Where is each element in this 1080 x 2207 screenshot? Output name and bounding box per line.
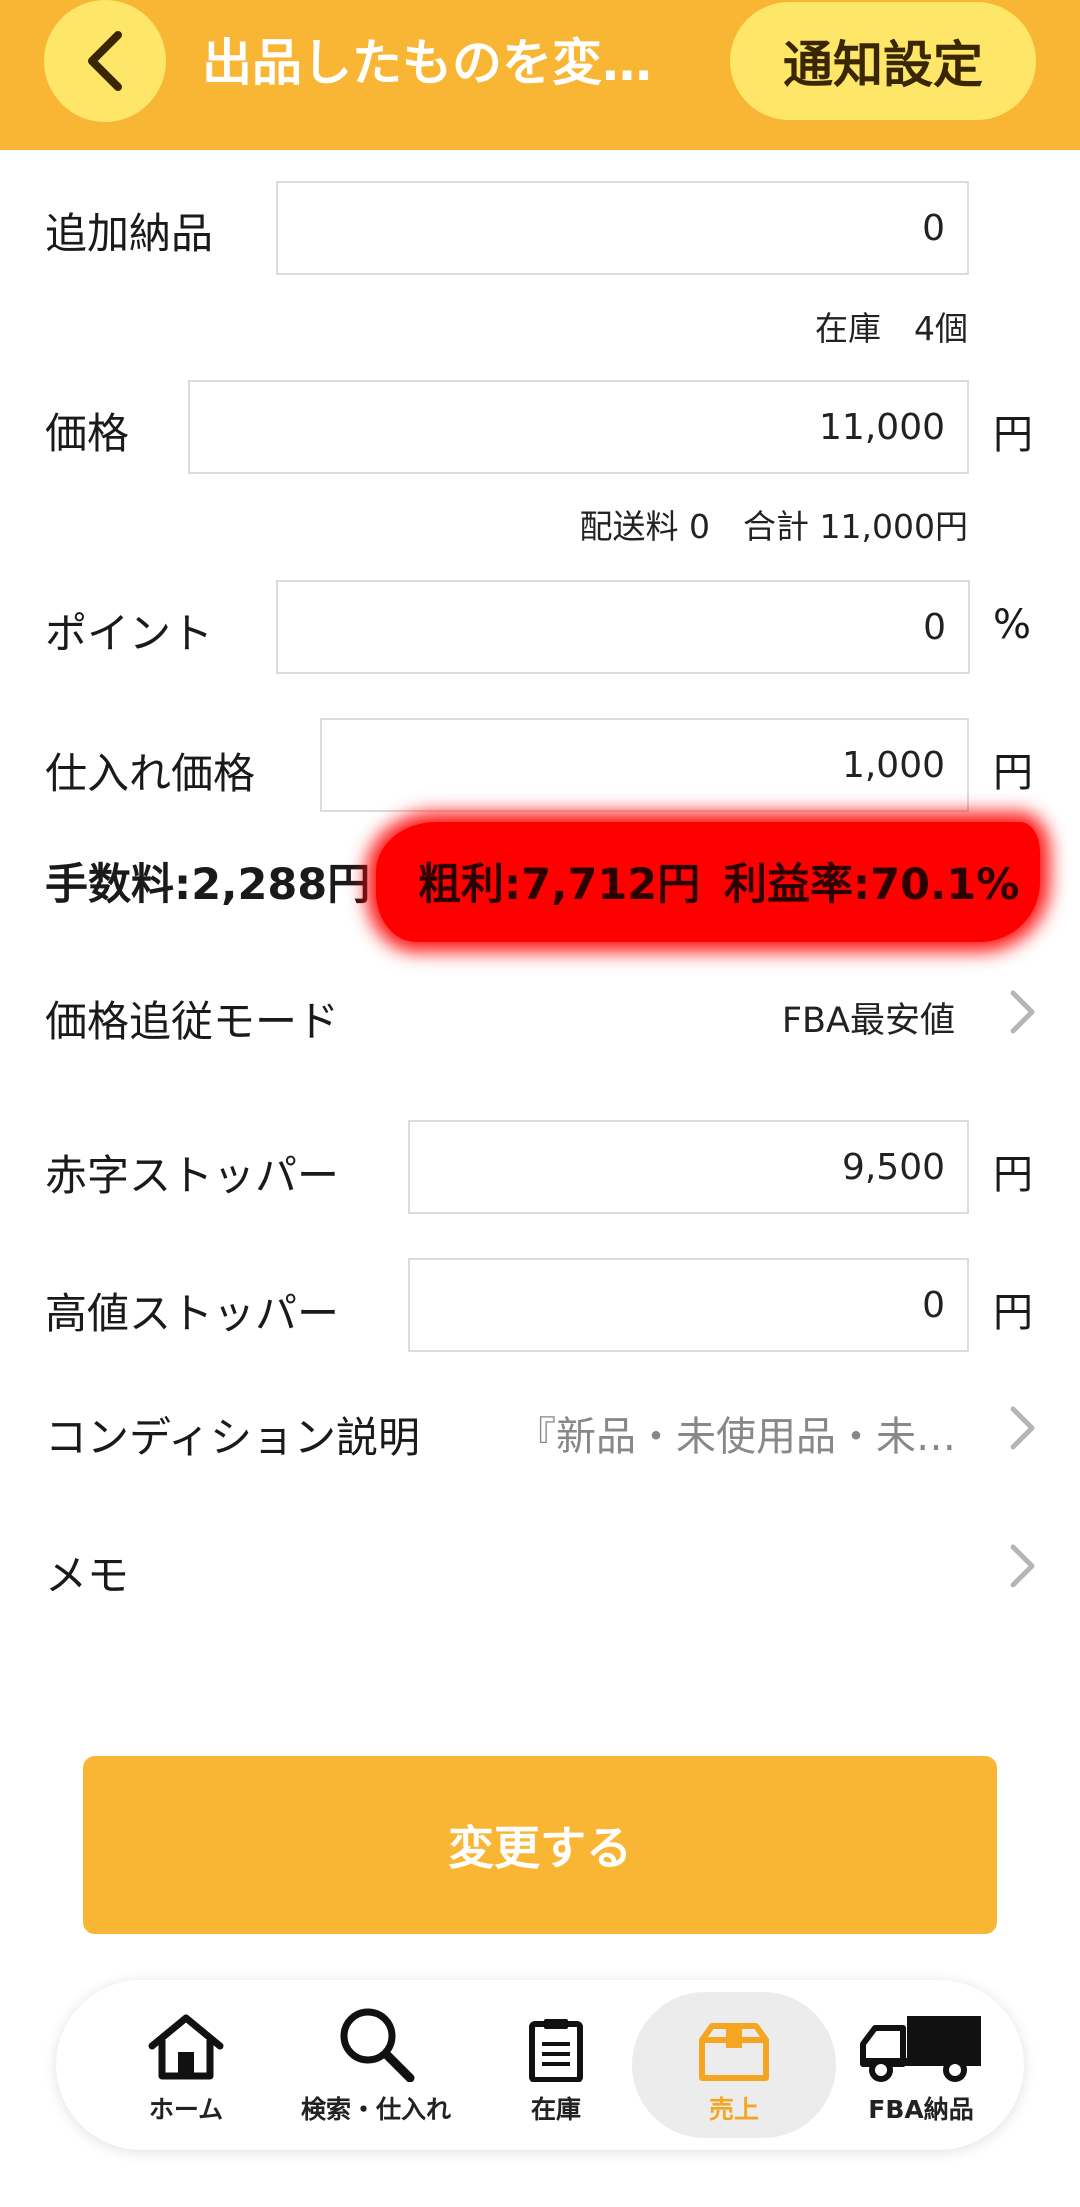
- points-unit: %: [993, 602, 1032, 648]
- memo-label: メモ: [45, 1551, 130, 1600]
- high-stopper-input[interactable]: 0: [408, 1258, 969, 1352]
- search-icon: [336, 2004, 416, 2082]
- additional-delivery-input[interactable]: 0: [276, 181, 969, 275]
- price-unit: 円: [993, 412, 1033, 458]
- fee-text: 手数料:2,288円: [45, 860, 371, 910]
- chevron-right-icon: [1002, 986, 1042, 1038]
- loss-stopper-label: 赤字ストッパー: [45, 1151, 340, 1200]
- nav-sales-label: 売上: [708, 2095, 759, 2124]
- home-icon: [146, 2004, 226, 2082]
- gross-profit-text: 粗利:7,712円: [418, 860, 701, 910]
- page-title: 出品したものを変…: [202, 34, 652, 92]
- condition-value: 『新品・未使用品・未…: [516, 1414, 956, 1460]
- nav-search-label: 検索・仕入れ: [300, 2095, 451, 2124]
- truck-icon: [859, 2004, 983, 2082]
- chevron-right-icon: [1002, 1540, 1042, 1592]
- chevron-left-icon: [88, 31, 122, 91]
- back-button[interactable]: [44, 0, 166, 122]
- nav-home-label: ホーム: [148, 2095, 224, 2124]
- loss-stopper-input[interactable]: 9,500: [408, 1120, 969, 1214]
- clipboard-icon: [528, 2004, 584, 2082]
- purchase-price-input[interactable]: 1,000: [320, 718, 969, 812]
- points-input[interactable]: 0: [276, 580, 970, 674]
- price-label: 価格: [45, 409, 130, 458]
- nav-inventory-label: 在庫: [530, 2095, 581, 2124]
- nav-search[interactable]: 検索・仕入れ: [276, 1980, 476, 2150]
- high-stopper-unit: 円: [993, 1290, 1033, 1336]
- high-stopper-label: 高値ストッパー: [45, 1289, 340, 1338]
- condition-label: コンディション説明: [45, 1413, 421, 1462]
- points-label: ポイント: [45, 609, 214, 658]
- price-input[interactable]: 11,000: [188, 380, 969, 474]
- nav-inventory[interactable]: 在庫: [476, 1980, 636, 2150]
- bottom-nav: ホーム 検索・仕入れ 在庫 売上 FBA納品: [56, 1980, 1024, 2150]
- submit-button[interactable]: 変更する: [83, 1756, 997, 1934]
- box-icon: [696, 2004, 772, 2082]
- nav-sales[interactable]: 売上: [632, 1992, 836, 2138]
- stock-note: 在庫 4個: [815, 309, 968, 348]
- loss-stopper-unit: 円: [993, 1152, 1033, 1198]
- profit-rate-text: 利益率:70.1%: [724, 860, 1020, 910]
- purchase-price-label: 仕入れ価格: [45, 749, 256, 798]
- price-tracking-label: 価格追従モード: [45, 997, 340, 1046]
- purchase-price-unit: 円: [993, 750, 1033, 796]
- nav-home[interactable]: ホーム: [96, 1980, 276, 2150]
- price-tracking-value: FBA最安値: [781, 1001, 955, 1041]
- chevron-right-icon: [1002, 1402, 1042, 1454]
- price-total-note: 配送料 0 合計 11,000円: [579, 507, 968, 546]
- notification-settings-button[interactable]: 通知設定: [730, 2, 1036, 120]
- app-header: 出品したものを変… 通知設定: [0, 0, 1080, 150]
- nav-fba[interactable]: FBA納品: [836, 1980, 1006, 2150]
- additional-delivery-label: 追加納品: [45, 209, 214, 258]
- nav-fba-label: FBA納品: [868, 2095, 974, 2124]
